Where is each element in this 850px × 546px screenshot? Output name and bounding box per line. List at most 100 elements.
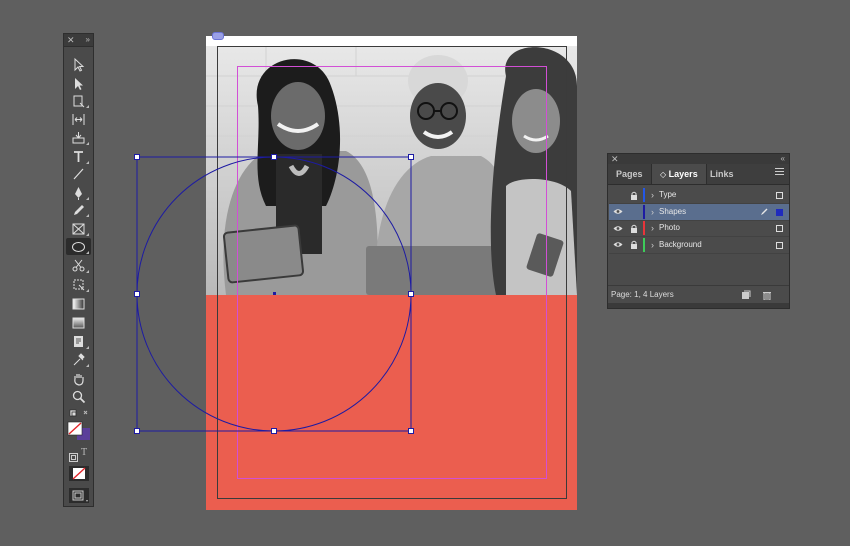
- layer-row-background[interactable]: › Background: [609, 237, 789, 254]
- layer-name: Photo: [659, 223, 680, 232]
- collapse-icon[interactable]: «: [781, 154, 785, 164]
- trash-icon[interactable]: [762, 290, 772, 300]
- screen-mode-icon[interactable]: [69, 488, 89, 503]
- close-icon[interactable]: ✕: [611, 154, 619, 164]
- eyedropper-tool-icon: [73, 353, 85, 366]
- zoom-tool-icon: [72, 390, 86, 404]
- flyout-indicator: [86, 289, 89, 292]
- page-top-strip: [206, 36, 577, 46]
- content-collector-tool-button[interactable]: [66, 129, 91, 146]
- layer-target-square[interactable]: [776, 241, 783, 249]
- page-tool-button[interactable]: [66, 92, 91, 109]
- layer-color-swatch: [643, 221, 645, 235]
- selection-tool-button[interactable]: [66, 56, 91, 73]
- lock-toggle[interactable]: [628, 237, 640, 253]
- tab-layers[interactable]: ◇ Layers: [651, 164, 707, 184]
- layer-row-type[interactable]: › Type: [609, 187, 789, 204]
- zoom-tool-button[interactable]: [66, 388, 91, 405]
- apply-none-icon[interactable]: [69, 466, 89, 481]
- visibility-toggle[interactable]: [612, 220, 624, 236]
- hand-tool-button[interactable]: [66, 370, 91, 387]
- eye-icon: [613, 209, 623, 214]
- visibility-toggle[interactable]: [612, 187, 624, 203]
- note-tool-button[interactable]: [66, 333, 91, 350]
- fill-stroke-widget[interactable]: [67, 408, 92, 442]
- layer-target-square[interactable]: [776, 192, 783, 199]
- flyout-indicator: [86, 197, 89, 200]
- visibility-toggle[interactable]: [612, 204, 624, 220]
- group-photo-image[interactable]: [206, 46, 577, 295]
- new-layer-icon[interactable]: [741, 290, 751, 300]
- gradient-feather-tool-icon: [72, 317, 85, 329]
- scissors-tool-button[interactable]: [66, 257, 91, 274]
- panel-menu-icon[interactable]: [775, 168, 784, 178]
- gap-tool-button[interactable]: [66, 111, 91, 128]
- layer-row-shapes[interactable]: › Shapes: [609, 203, 789, 221]
- layers-footer: Page: 1, 4 Layers: [608, 285, 789, 304]
- flyout-indicator: [86, 161, 89, 164]
- pen-icon: [761, 208, 768, 215]
- expand-chevron-icon[interactable]: ›: [651, 220, 654, 236]
- layer-color-swatch: [643, 188, 645, 202]
- tools-panel: ✕ » T: [63, 33, 94, 507]
- line-tool-icon: [73, 168, 84, 180]
- eyedropper-tool-button[interactable]: [66, 351, 91, 368]
- layer-name: Type: [659, 190, 677, 199]
- gradient-swatch-tool-button[interactable]: [66, 295, 91, 312]
- ellipse-tool-icon: [72, 242, 85, 252]
- gradient-feather-tool-button[interactable]: [66, 314, 91, 331]
- line-tool-button[interactable]: [66, 165, 91, 182]
- tab-pages[interactable]: Pages: [608, 164, 651, 184]
- flyout-indicator: [86, 346, 89, 349]
- layer-name: Background: [659, 239, 702, 249]
- gradient-swatch-tool-icon: [72, 298, 85, 310]
- apply-text-icon[interactable]: T: [81, 447, 87, 458]
- page-tool-icon: [73, 95, 85, 108]
- gap-tool-icon: [72, 114, 85, 125]
- hand-tool-icon: [74, 374, 84, 386]
- selection-tool-icon: [74, 57, 85, 72]
- flyout-indicator: [86, 233, 89, 236]
- flyout-indicator: [86, 105, 89, 108]
- pen-tool-button[interactable]: [66, 184, 91, 201]
- apply-container-icon[interactable]: [69, 449, 78, 462]
- visibility-toggle[interactable]: [612, 237, 624, 253]
- fill-stroke-icon[interactable]: [67, 408, 92, 442]
- tab-layers-label: Layers: [668, 169, 698, 179]
- lock-toggle[interactable]: [628, 187, 640, 203]
- note-tool-icon: [74, 336, 83, 347]
- scissors-tool-icon: [72, 259, 85, 272]
- pencil-tool-button[interactable]: [66, 201, 91, 218]
- photo-illustration: [206, 46, 577, 295]
- close-icon[interactable]: ✕: [67, 34, 75, 46]
- expand-chevron-icon[interactable]: ›: [651, 237, 654, 253]
- lock-toggle[interactable]: [628, 204, 640, 220]
- tab-links[interactable]: Links: [702, 164, 742, 184]
- content-collector-tool-icon: [72, 132, 85, 144]
- lock-icon: [631, 191, 637, 200]
- layer-target-square[interactable]: [776, 208, 783, 216]
- expand-chevron-icon[interactable]: ›: [651, 204, 654, 220]
- page-tab-icon[interactable]: [212, 32, 224, 40]
- panel-resize-grip[interactable]: [608, 303, 789, 308]
- layer-row-photo[interactable]: › Photo: [609, 220, 789, 237]
- expand-chevron-icon[interactable]: ›: [651, 187, 654, 203]
- handle-middle-left: [134, 291, 140, 297]
- ellipse-tool-button[interactable]: [66, 238, 91, 255]
- free-transform-tool-button[interactable]: [66, 276, 91, 293]
- layers-panel-header[interactable]: ✕ «: [608, 154, 789, 164]
- layer-target-square[interactable]: [776, 225, 783, 232]
- type-tool-icon: [74, 151, 83, 162]
- layer-color-swatch: [643, 204, 645, 219]
- pencil-tool-icon: [74, 205, 84, 215]
- lock-icon: [631, 224, 637, 233]
- collapse-icon[interactable]: »: [86, 34, 90, 46]
- rectangle-frame-tool-button[interactable]: [66, 220, 91, 237]
- type-tool-button[interactable]: [66, 148, 91, 165]
- lock-toggle[interactable]: [628, 220, 640, 236]
- direct-selection-tool-button[interactable]: [66, 75, 91, 92]
- tools-panel-header[interactable]: ✕ »: [64, 34, 93, 47]
- lock-icon: [631, 240, 637, 249]
- eye-icon: [613, 225, 623, 231]
- free-transform-tool-icon: [73, 279, 85, 291]
